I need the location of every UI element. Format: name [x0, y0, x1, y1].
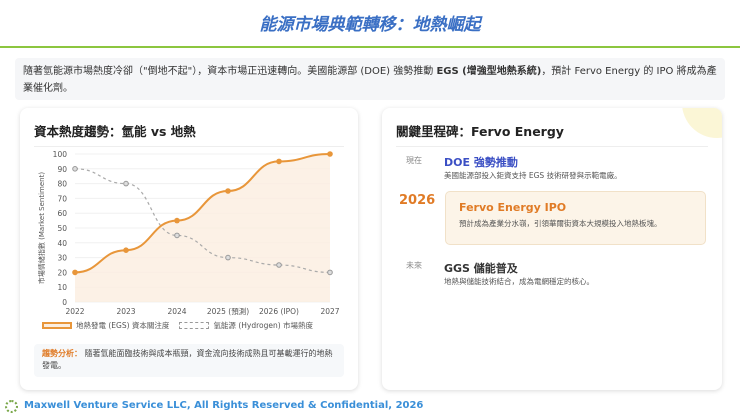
- milestone-desc: 地熱與儲能技術結合，成為電網穩定的核心。: [444, 277, 594, 286]
- trend-card: 資本熱度趨勢：氫能 vs 地熱 0 10 20 30 40 50 60 70 80 90 100 20…: [20, 108, 358, 390]
- milestone-card-title: 關鍵里程碑：Fervo Energy: [396, 124, 564, 139]
- milestone-heading: GGS 儲能普及: [444, 262, 518, 275]
- y-tick-label: 70: [57, 194, 67, 203]
- y-tick-label: 50: [57, 224, 67, 233]
- x-tick-label: 2027: [320, 307, 339, 316]
- analysis-label: 趨勢分析：: [42, 349, 82, 358]
- hydrogen-point: [225, 254, 231, 261]
- egs-point: [174, 217, 180, 224]
- x-tick-label: 2024: [167, 307, 186, 316]
- x-tick-label: 2023: [116, 307, 135, 316]
- hydrogen-point: [174, 232, 180, 239]
- x-tick-label: 2026 (IPO): [259, 307, 299, 316]
- y-tick-label: 30: [57, 254, 67, 263]
- hydrogen-point: [276, 262, 282, 268]
- egs-point: [225, 188, 231, 194]
- legend-label-hydrogen: 氫能源 (Hydrogen) 市場熱度: [213, 321, 314, 330]
- y-tick-label: 20: [57, 268, 67, 277]
- intro-text: 隨著氫能源市場熱度冷卻（"倒地不起"），資本市場正迅速轉向。美國能源部 (DOE…: [15, 58, 725, 100]
- company-logo-icon: [5, 400, 18, 413]
- milestone-desc: 美國能源部投入鉅資支持 EGS 技術研發與示範電廠。: [444, 171, 622, 180]
- milestone-heading: DOE 強勢推動: [444, 156, 518, 169]
- hydrogen-point: [72, 166, 78, 172]
- intro-part: 隨著氫能源市場熱度冷卻（"倒地不起"），資本市場正迅速轉向。美國能源部 (DOE…: [23, 66, 437, 77]
- hydrogen-point: [327, 269, 333, 276]
- y-tick-label: 100: [53, 150, 68, 159]
- milestone-year: 2026: [399, 193, 436, 208]
- decorative-circle: [682, 108, 722, 138]
- y-tick-label: 0: [62, 298, 67, 307]
- page-title: 能源市場典範轉移：地熱崛起: [259, 15, 481, 35]
- milestone-label: 未來: [406, 261, 422, 270]
- divider: [0, 46, 740, 48]
- intro-bold: EGS (增強型地熱系統): [436, 66, 542, 77]
- egs-point: [123, 247, 129, 253]
- milestone-label: 現在: [406, 156, 422, 165]
- y-axis-label: 市場情緒指數 (Market Sentiment): [37, 172, 46, 284]
- legend-label-egs: 地熱發電 (EGS) 資本關注度: [76, 321, 170, 330]
- y-tick-label: 10: [57, 283, 67, 292]
- milestone-heading: Fervo Energy IPO: [459, 201, 567, 214]
- chart-legend: 地熱發電 (EGS) 資本關注度 氫能源 (Hydrogen) 市場熱度: [42, 320, 313, 331]
- divider: [396, 146, 708, 147]
- legend-swatch-hydrogen: [179, 322, 210, 329]
- y-tick-label: 60: [57, 209, 67, 218]
- y-tick-label: 80: [57, 180, 67, 189]
- trend-chart: 0 10 20 30 40 50 60 70 80 90 100 2022 2023 2024 2025 (…: [37, 150, 340, 316]
- trend-analysis: 趨勢分析： 隨著氫能面臨技術與成本瓶頸，資金流向技術成熟且可基載運行的地熱發電。: [34, 344, 344, 377]
- milestone-desc: 預計成為產業分水嶺，引領華爾街資本大規模投入地熱板塊。: [459, 219, 662, 228]
- legend-swatch-egs: [42, 322, 72, 329]
- hydrogen-point: [123, 180, 129, 187]
- egs-point: [72, 269, 78, 276]
- egs-point: [276, 158, 282, 165]
- y-tick-label: 40: [57, 239, 67, 248]
- egs-point: [327, 151, 333, 157]
- x-tick-label: 2022: [65, 307, 84, 316]
- y-tick-label: 90: [57, 165, 67, 174]
- analysis-text: 隨著氫能面臨技術與成本瓶頸，資金流向技術成熟且可基載運行的地熱發電。: [42, 349, 333, 370]
- milestone-card: 關鍵里程碑：Fervo Energy 現在 DOE 強勢推動 美國能源部投入鉅資…: [382, 108, 722, 390]
- footer-text: Maxwell Venture Service LLC, All Rights …: [24, 400, 424, 411]
- x-tick-label: 2025 (預測): [207, 306, 249, 316]
